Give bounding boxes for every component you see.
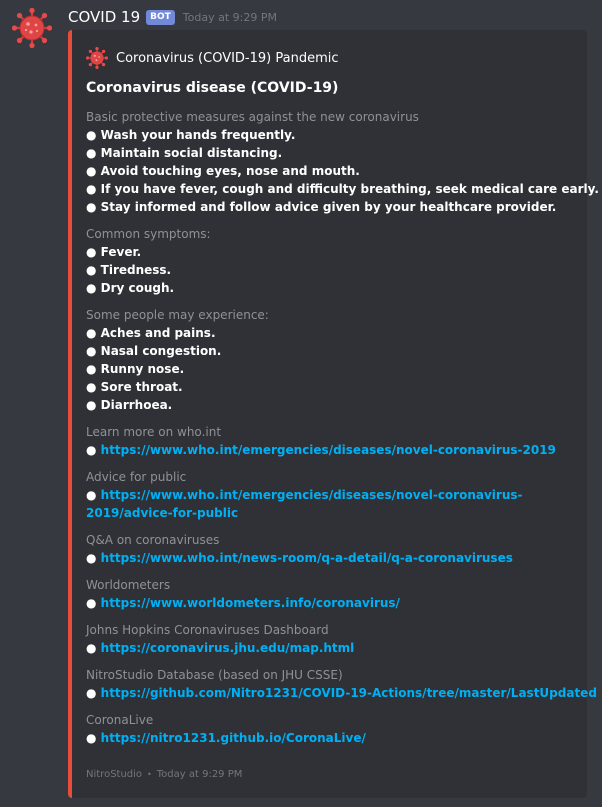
bot-badge: BOT bbox=[146, 9, 175, 25]
section-label-jhu: Johns Hopkins Coronaviruses Dashboard bbox=[86, 623, 329, 637]
bot-avatar[interactable] bbox=[11, 7, 53, 49]
bullet: ● bbox=[86, 488, 101, 502]
virus-icon bbox=[86, 47, 108, 69]
embed-description: Basic protective measures against the ne… bbox=[86, 108, 599, 747]
message-header: COVID 19 BOT Today at 9:29 PM bbox=[68, 6, 277, 28]
footer-separator: • bbox=[147, 769, 152, 779]
section-label-advice: Advice for public bbox=[86, 470, 187, 484]
section-label-qa: Q&A on coronaviruses bbox=[86, 533, 220, 547]
section-label-experience: Some people may experience: bbox=[86, 308, 269, 322]
link-row: ● https://www.who.int/emergencies/diseas… bbox=[86, 441, 576, 459]
username[interactable]: COVID 19 bbox=[68, 8, 140, 26]
link-row: ● https://github.com/Nitro1231/COVID-19-… bbox=[86, 684, 597, 702]
footer-timestamp: Today at 9:29 PM bbox=[156, 768, 243, 780]
qa-link[interactable]: https://www.who.int/news-room/q-a-detail… bbox=[101, 551, 513, 565]
advice-link[interactable]: https://www.who.int/emergencies/diseases… bbox=[86, 488, 523, 520]
bullet: ● bbox=[86, 443, 101, 457]
list-item: ● Tiredness. bbox=[86, 263, 172, 277]
nitro-link[interactable]: https://github.com/Nitro1231/COVID-19-Ac… bbox=[101, 686, 597, 700]
bullet: ● bbox=[86, 596, 101, 610]
who-link[interactable]: https://www.who.int/emergencies/diseases… bbox=[101, 443, 556, 457]
virus-icon bbox=[11, 7, 53, 49]
list-item: ● Stay informed and follow advice given … bbox=[86, 200, 557, 214]
section-label-worldometers: Worldometers bbox=[86, 578, 171, 592]
embed-author-name: Coronavirus (COVID-19) Pandemic bbox=[116, 50, 339, 66]
bullet: ● bbox=[86, 686, 101, 700]
embed-author: Coronavirus (COVID-19) Pandemic bbox=[86, 46, 339, 70]
section-label-coronalive: CoronaLive bbox=[86, 713, 154, 727]
bullet: ● bbox=[86, 551, 101, 565]
list-item: ● Maintain social distancing. bbox=[86, 146, 283, 160]
list-item: ● Runny nose. bbox=[86, 362, 185, 376]
list-item: ● Nasal congestion. bbox=[86, 344, 222, 358]
section-label-protective: Basic protective measures against the ne… bbox=[86, 110, 419, 124]
embed-footer: NitroStudio • Today at 9:29 PM bbox=[86, 766, 242, 782]
embed-title: Coronavirus disease (COVID-19) bbox=[86, 80, 339, 96]
section-label-nitro: NitroStudio Database (based on JHU CSSE) bbox=[86, 668, 343, 682]
link-row: ● https://www.who.int/emergencies/diseas… bbox=[86, 486, 576, 522]
link-row: ● https://coronavirus.jhu.edu/map.html bbox=[86, 639, 576, 657]
link-row: ● https://www.who.int/news-room/q-a-deta… bbox=[86, 549, 576, 567]
section-label-symptoms: Common symptoms: bbox=[86, 227, 211, 241]
footer-text: NitroStudio bbox=[86, 768, 143, 780]
list-item: ● If you have fever, cough and difficult… bbox=[86, 182, 599, 196]
list-item: ● Diarrhoea. bbox=[86, 398, 173, 412]
list-item: ● Dry cough. bbox=[86, 281, 175, 295]
worldometers-link[interactable]: https://www.worldometers.info/coronaviru… bbox=[101, 596, 400, 610]
list-item: ● Sore throat. bbox=[86, 380, 183, 394]
list-item: ● Avoid touching eyes, nose and mouth. bbox=[86, 164, 360, 178]
list-item: ● Aches and pains. bbox=[86, 326, 216, 340]
embed-card: Coronavirus (COVID-19) Pandemic Coronavi… bbox=[68, 30, 599, 798]
section-label-who: Learn more on who.int bbox=[86, 425, 222, 439]
list-item: ● Fever. bbox=[86, 245, 142, 259]
message-timestamp: Today at 9:29 PM bbox=[182, 10, 277, 24]
jhu-link[interactable]: https://coronavirus.jhu.edu/map.html bbox=[101, 641, 355, 655]
list-item: ● Wash your hands frequently. bbox=[86, 128, 296, 142]
bullet: ● bbox=[86, 731, 101, 745]
link-row: ● https://www.worldometers.info/coronavi… bbox=[86, 594, 576, 612]
link-row: ● https://nitro1231.github.io/CoronaLive… bbox=[86, 729, 576, 747]
coronalive-link[interactable]: https://nitro1231.github.io/CoronaLive/ bbox=[101, 731, 366, 745]
bullet: ● bbox=[86, 641, 101, 655]
